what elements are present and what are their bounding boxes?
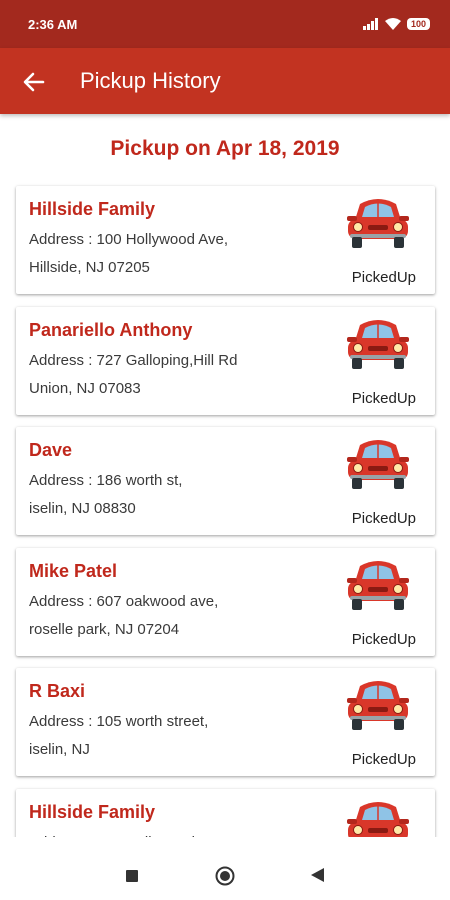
pickup-status: PickedUp (351, 269, 416, 286)
pickup-address-line1: Address : 100 Hollywood Ave, (29, 231, 229, 248)
arrow-left-icon (23, 72, 45, 92)
app-bar: Pickup History (0, 48, 450, 114)
pickup-address-line1: Address : 105 worth street, (29, 713, 209, 730)
page-title: Pickup History (80, 68, 221, 93)
car-icon (346, 799, 410, 837)
pickup-status: PickedUp (351, 510, 416, 527)
pickup-status: PickedUp (351, 751, 416, 768)
car-icon (346, 196, 410, 250)
pickup-name: Mike Patel (29, 560, 118, 581)
car-icon (346, 558, 410, 612)
battery-icon: 100 (406, 18, 430, 30)
status-time: 2:36 AM (28, 17, 78, 32)
back-button[interactable] (16, 64, 52, 100)
pickup-card[interactable]: Panariello Anthony Address : 727 Gallopi… (16, 306, 435, 415)
status-bar: 2:36 AM 100 (0, 0, 450, 48)
pickup-name: Dave (29, 440, 73, 460)
pickup-address-line2: iselin, NJ (29, 741, 90, 758)
pickup-address-line1: Address : 727 Galloping,Hill Rd (29, 351, 238, 369)
home-circle-icon[interactable] (215, 866, 235, 891)
pickup-address-line2: Hillside, NJ 07205 (29, 259, 150, 276)
pickup-card[interactable]: Hillside Family Address : 100 Hollywood … (16, 186, 435, 294)
pickup-address-line1: Address : 607 oakwood ave, (29, 592, 219, 610)
pickup-name: Panariello Anthony (29, 319, 193, 340)
pickup-card[interactable]: Dave Address : 186 worth st, iselin, NJ … (16, 427, 435, 535)
signal-icon (362, 18, 378, 30)
pickup-address-line2: roselle park, NJ 07204 (29, 620, 180, 638)
car-icon (346, 437, 410, 491)
system-nav-bar (0, 837, 450, 900)
pickup-card[interactable]: R Baxi Address : 105 worth street, iseli… (16, 668, 435, 776)
car-icon (346, 317, 410, 371)
back-triangle-icon[interactable] (311, 868, 324, 887)
pickup-card[interactable]: Hillside Family Address : 100 Hollywood … (16, 788, 435, 837)
pickup-status: PickedUp (351, 630, 416, 648)
pickup-history-list[interactable]: Pickup on Apr 18, 2019 Hillside Family A… (0, 114, 450, 837)
pickup-status: PickedUp (351, 389, 416, 407)
pickup-card[interactable]: Mike Patel Address : 607 oakwood ave, ro… (16, 547, 435, 656)
pickup-name: Hillside Family (29, 801, 156, 822)
date-heading: Pickup on Apr 18, 2019 (110, 137, 340, 160)
pickup-name: Hillside Family (29, 199, 156, 219)
pickup-address-line2: iselin, NJ 08830 (29, 500, 136, 517)
wifi-icon (384, 18, 401, 30)
pickup-address-line2: Union, NJ 07083 (29, 379, 141, 397)
pickup-address-line1: Address : 186 worth st, (29, 472, 183, 489)
car-icon (346, 678, 410, 732)
pickup-name: R Baxi (29, 681, 86, 701)
status-icons: 100 (362, 15, 430, 33)
recents-square-icon[interactable] (126, 869, 138, 887)
